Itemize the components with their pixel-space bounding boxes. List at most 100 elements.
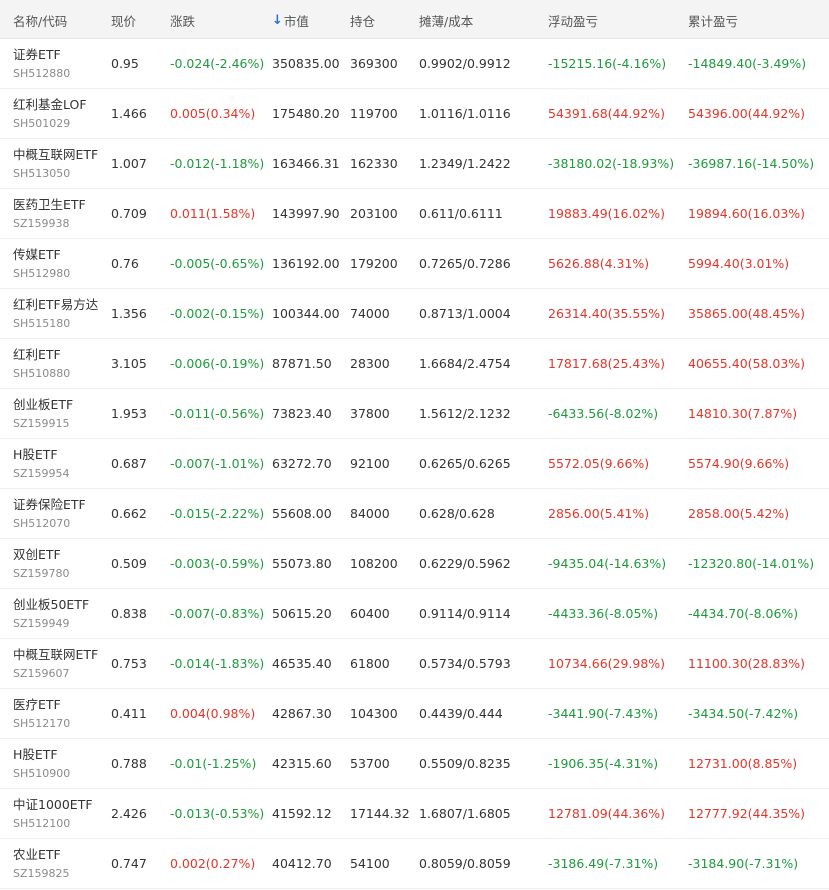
position-cell: 84000 — [350, 506, 390, 521]
holding-code: SZ159780 — [13, 567, 70, 580]
column-header-market-value[interactable]: ↓ 市值 — [272, 9, 350, 30]
holding-code: SH515180 — [13, 317, 71, 330]
holding-name-cell: 中概互联网ETF SZ159607 — [0, 639, 111, 688]
holding-name-cell: 红利基金LOF SH501029 — [0, 89, 111, 138]
holding-name[interactable]: H股ETF — [13, 746, 58, 763]
change-cell: -0.011(-0.56%) — [170, 406, 265, 421]
holding-name[interactable]: 传媒ETF — [13, 246, 61, 263]
cost-cell: 0.9902/0.9912 — [419, 56, 511, 71]
position-cell: 74000 — [350, 306, 390, 321]
position-cell: 17144.32 — [350, 806, 410, 821]
table-row[interactable]: 中概互联网ETF SZ159607 0.753 -0.014(-1.83%) 46535… — [0, 639, 829, 689]
table-row[interactable]: 创业板ETF SZ159915 1.953 -0.011(-0.56%) 73823.4… — [0, 389, 829, 439]
table-header: 名称/代码 现价 涨跌 ↓ 市值 持仓 摊薄/成本 浮动盈亏 累计盈亏 — [0, 0, 829, 39]
holding-name[interactable]: 创业板ETF — [13, 396, 73, 413]
cumulative-pl-cell: 11100.30(28.83%) — [688, 656, 806, 671]
holding-code: SH501029 — [13, 117, 71, 130]
holding-name[interactable]: 证券保险ETF — [13, 496, 86, 513]
change-cell: 0.011(1.58%) — [170, 206, 256, 221]
cumulative-pl-cell: 5574.90(9.66%) — [688, 456, 790, 471]
table-row[interactable]: 红利ETF易方达 SH515180 1.356 -0.002(-0.15%) 10034… — [0, 289, 829, 339]
change-cell: -0.007(-0.83%) — [170, 606, 265, 621]
position-cell: 179200 — [350, 256, 398, 271]
table-row[interactable]: H股ETF SZ159954 0.687 -0.007(-1.01%) 63272.70… — [0, 439, 829, 489]
holding-name[interactable]: 双创ETF — [13, 546, 61, 563]
holding-name[interactable]: 医药卫生ETF — [13, 196, 86, 213]
column-header-label: 名称/代码 — [13, 13, 68, 29]
holding-name[interactable]: 红利ETF — [13, 346, 61, 363]
holding-name[interactable]: 中证1000ETF — [13, 796, 93, 813]
table-row[interactable]: 传媒ETF SH512980 0.76 -0.005(-0.65%) 136192.00… — [0, 239, 829, 289]
table-row[interactable]: 中证1000ETF SH512100 2.426 -0.013(-0.53%) 4159… — [0, 789, 829, 839]
table-row[interactable]: 红利基金LOF SH501029 1.466 0.005(0.34%) 175480.2… — [0, 89, 829, 139]
floating-pl-cell: 10734.66(29.98%) — [548, 656, 666, 671]
holding-name[interactable]: 农业ETF — [13, 846, 61, 863]
price-cell: 0.687 — [111, 456, 147, 471]
column-header-cost[interactable]: 摊薄/成本 — [419, 9, 548, 30]
price-cell: 1.356 — [111, 306, 147, 321]
holding-name[interactable]: H股ETF — [13, 446, 58, 463]
table-row[interactable]: 中概互联网ETF SH513050 1.007 -0.012(-1.18%) 16346… — [0, 139, 829, 189]
holding-name[interactable]: 中概互联网ETF — [13, 646, 98, 663]
market-value-cell: 87871.50 — [272, 356, 332, 371]
floating-pl-cell: 5572.05(9.66%) — [548, 456, 650, 471]
column-header-cumulative-pl[interactable]: 累计盈亏 — [688, 9, 829, 30]
change-cell: -0.013(-0.53%) — [170, 806, 265, 821]
table-row[interactable]: 医药卫生ETF SZ159938 0.709 0.011(1.58%) 143997.9… — [0, 189, 829, 239]
holding-name[interactable]: 证券ETF — [13, 46, 61, 63]
holding-name-cell: 红利ETF易方达 SH515180 — [0, 289, 111, 338]
holding-name[interactable]: 医疗ETF — [13, 696, 61, 713]
holding-name[interactable]: 红利基金LOF — [13, 96, 87, 113]
sort-descending-icon: ↓ — [272, 12, 283, 28]
change-cell: -0.014(-1.83%) — [170, 656, 265, 671]
cost-cell: 0.628/0.628 — [419, 506, 495, 521]
table-row[interactable]: 证券ETF SH512880 0.95 -0.024(-2.46%) 350835.00… — [0, 39, 829, 89]
floating-pl-cell: -15215.16(-4.16%) — [548, 56, 667, 71]
holding-name-cell: 医药卫生ETF SZ159938 — [0, 189, 111, 238]
table-row[interactable]: 创业板50ETF SZ159949 0.838 -0.007(-0.83%) 50615… — [0, 589, 829, 639]
table-row[interactable]: 红利ETF SH510880 3.105 -0.006(-0.19%) 87871.50… — [0, 339, 829, 389]
column-header-label: 摊薄/成本 — [419, 13, 474, 29]
position-cell: 92100 — [350, 456, 390, 471]
cost-cell: 1.0116/1.0116 — [419, 106, 511, 121]
column-header-position[interactable]: 持仓 — [350, 9, 419, 30]
change-cell: -0.006(-0.19%) — [170, 356, 265, 371]
table-row[interactable]: 双创ETF SZ159780 0.509 -0.003(-0.59%) 55073.80… — [0, 539, 829, 589]
cost-cell: 0.5734/0.5793 — [419, 656, 511, 671]
position-cell: 53700 — [350, 756, 390, 771]
holding-name[interactable]: 红利ETF易方达 — [13, 296, 98, 313]
holding-code: SH512980 — [13, 267, 71, 280]
market-value-cell: 42867.30 — [272, 706, 332, 721]
holding-name[interactable]: 中概互联网ETF — [13, 146, 98, 163]
floating-pl-cell: 26314.40(35.55%) — [548, 306, 666, 321]
table-body: 证券ETF SH512880 0.95 -0.024(-2.46%) 350835.00… — [0, 39, 829, 889]
holding-name-cell: 创业板50ETF SZ159949 — [0, 589, 111, 638]
column-header-change[interactable]: 涨跌 — [170, 9, 272, 30]
price-cell: 0.411 — [111, 706, 147, 721]
price-cell: 0.838 — [111, 606, 147, 621]
holding-name-cell: H股ETF SZ159954 — [0, 439, 111, 488]
column-header-price[interactable]: 现价 — [111, 9, 170, 30]
holding-code: SH512880 — [13, 67, 71, 80]
cost-cell: 1.6684/2.4754 — [419, 356, 511, 371]
price-cell: 1.953 — [111, 406, 147, 421]
table-row[interactable]: 证券保险ETF SH512070 0.662 -0.015(-2.22%) 55608.… — [0, 489, 829, 539]
cost-cell: 1.2349/1.2422 — [419, 156, 511, 171]
holding-code: SH512070 — [13, 517, 71, 530]
holding-name-cell: 农业ETF SZ159825 — [0, 839, 111, 888]
cumulative-pl-cell: -3434.50(-7.42%) — [688, 706, 799, 721]
cumulative-pl-cell: 12777.92(44.35%) — [688, 806, 806, 821]
change-cell: -0.005(-0.65%) — [170, 256, 265, 271]
holding-name[interactable]: 创业板50ETF — [13, 596, 89, 613]
floating-pl-cell: -4433.36(-8.05%) — [548, 606, 659, 621]
table-row[interactable]: 医疗ETF SH512170 0.411 0.004(0.98%) 42867.30 10… — [0, 689, 829, 739]
column-header-floating-pl[interactable]: 浮动盈亏 — [548, 9, 688, 30]
column-header-label: 累计盈亏 — [688, 13, 739, 29]
holding-code: SZ159938 — [13, 217, 70, 230]
cost-cell: 0.4439/0.444 — [419, 706, 503, 721]
table-row[interactable]: H股ETF SH510900 0.788 -0.01(-1.25%) 42315.60 5… — [0, 739, 829, 789]
change-cell: -0.003(-0.59%) — [170, 556, 265, 571]
change-cell: -0.002(-0.15%) — [170, 306, 265, 321]
column-header-name-code[interactable]: 名称/代码 — [0, 9, 111, 30]
table-row[interactable]: 农业ETF SZ159825 0.747 0.002(0.27%) 40412.70 54… — [0, 839, 829, 889]
